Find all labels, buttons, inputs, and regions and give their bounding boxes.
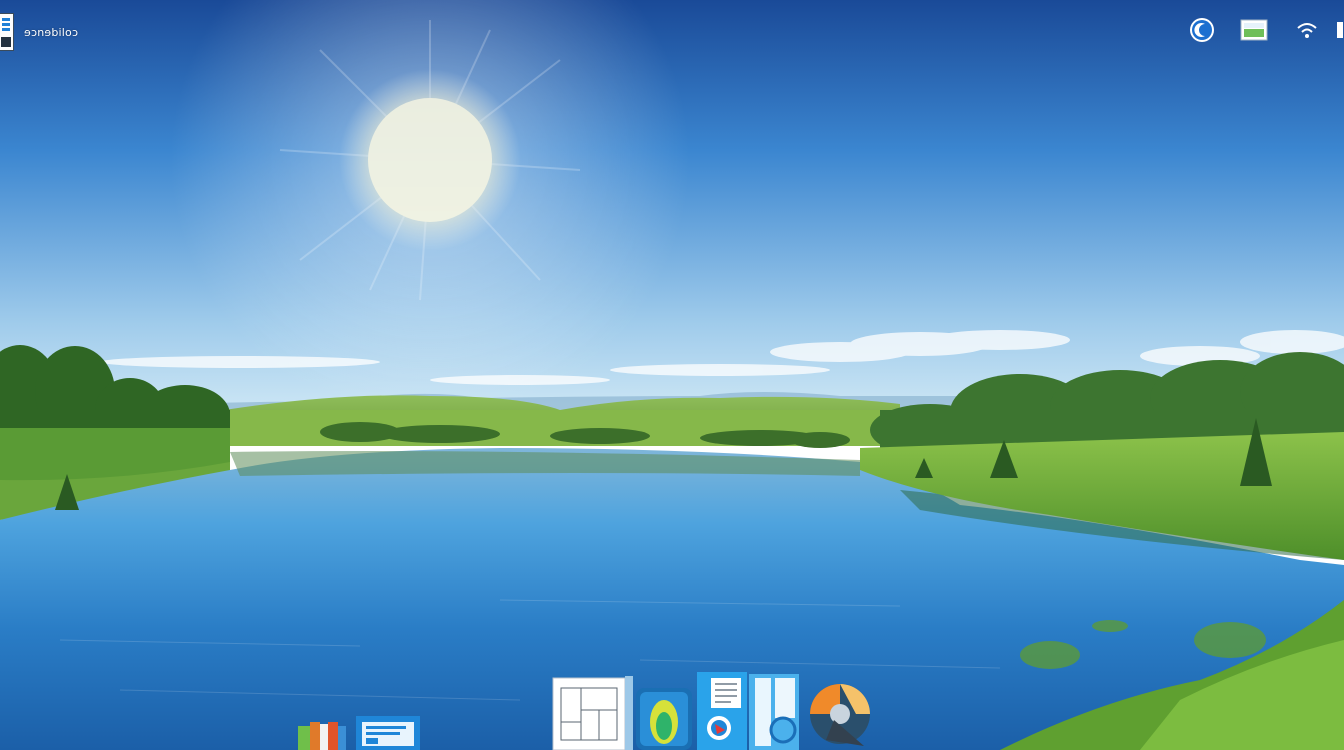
- file-browser-app-icon[interactable]: [749, 674, 799, 750]
- app-label: ɘɔnɘbiloɔ: [24, 25, 79, 39]
- wallpaper-landscape: [0, 0, 1344, 750]
- tray-overflow-icon[interactable]: [1336, 16, 1344, 44]
- screen-preview-icon[interactable]: [1239, 16, 1269, 44]
- browser-globe-app-icon[interactable]: [804, 680, 874, 750]
- app-launcher[interactable]: ɘɔnɘbiloɔ: [0, 12, 78, 52]
- floor-plan-app-icon[interactable]: [551, 674, 635, 750]
- wifi-icon[interactable]: [1294, 16, 1320, 44]
- color-bars-app-icon[interactable]: [296, 716, 348, 750]
- text-editor-app-icon[interactable]: [356, 716, 420, 750]
- document-viewer-app-icon[interactable]: [697, 672, 747, 750]
- app-window-icon[interactable]: [0, 13, 14, 51]
- desktop: ɘɔnɘbiloɔ: [0, 0, 1344, 750]
- night-mode-icon[interactable]: [1188, 16, 1216, 44]
- map-viewer-app-icon[interactable]: [636, 688, 692, 750]
